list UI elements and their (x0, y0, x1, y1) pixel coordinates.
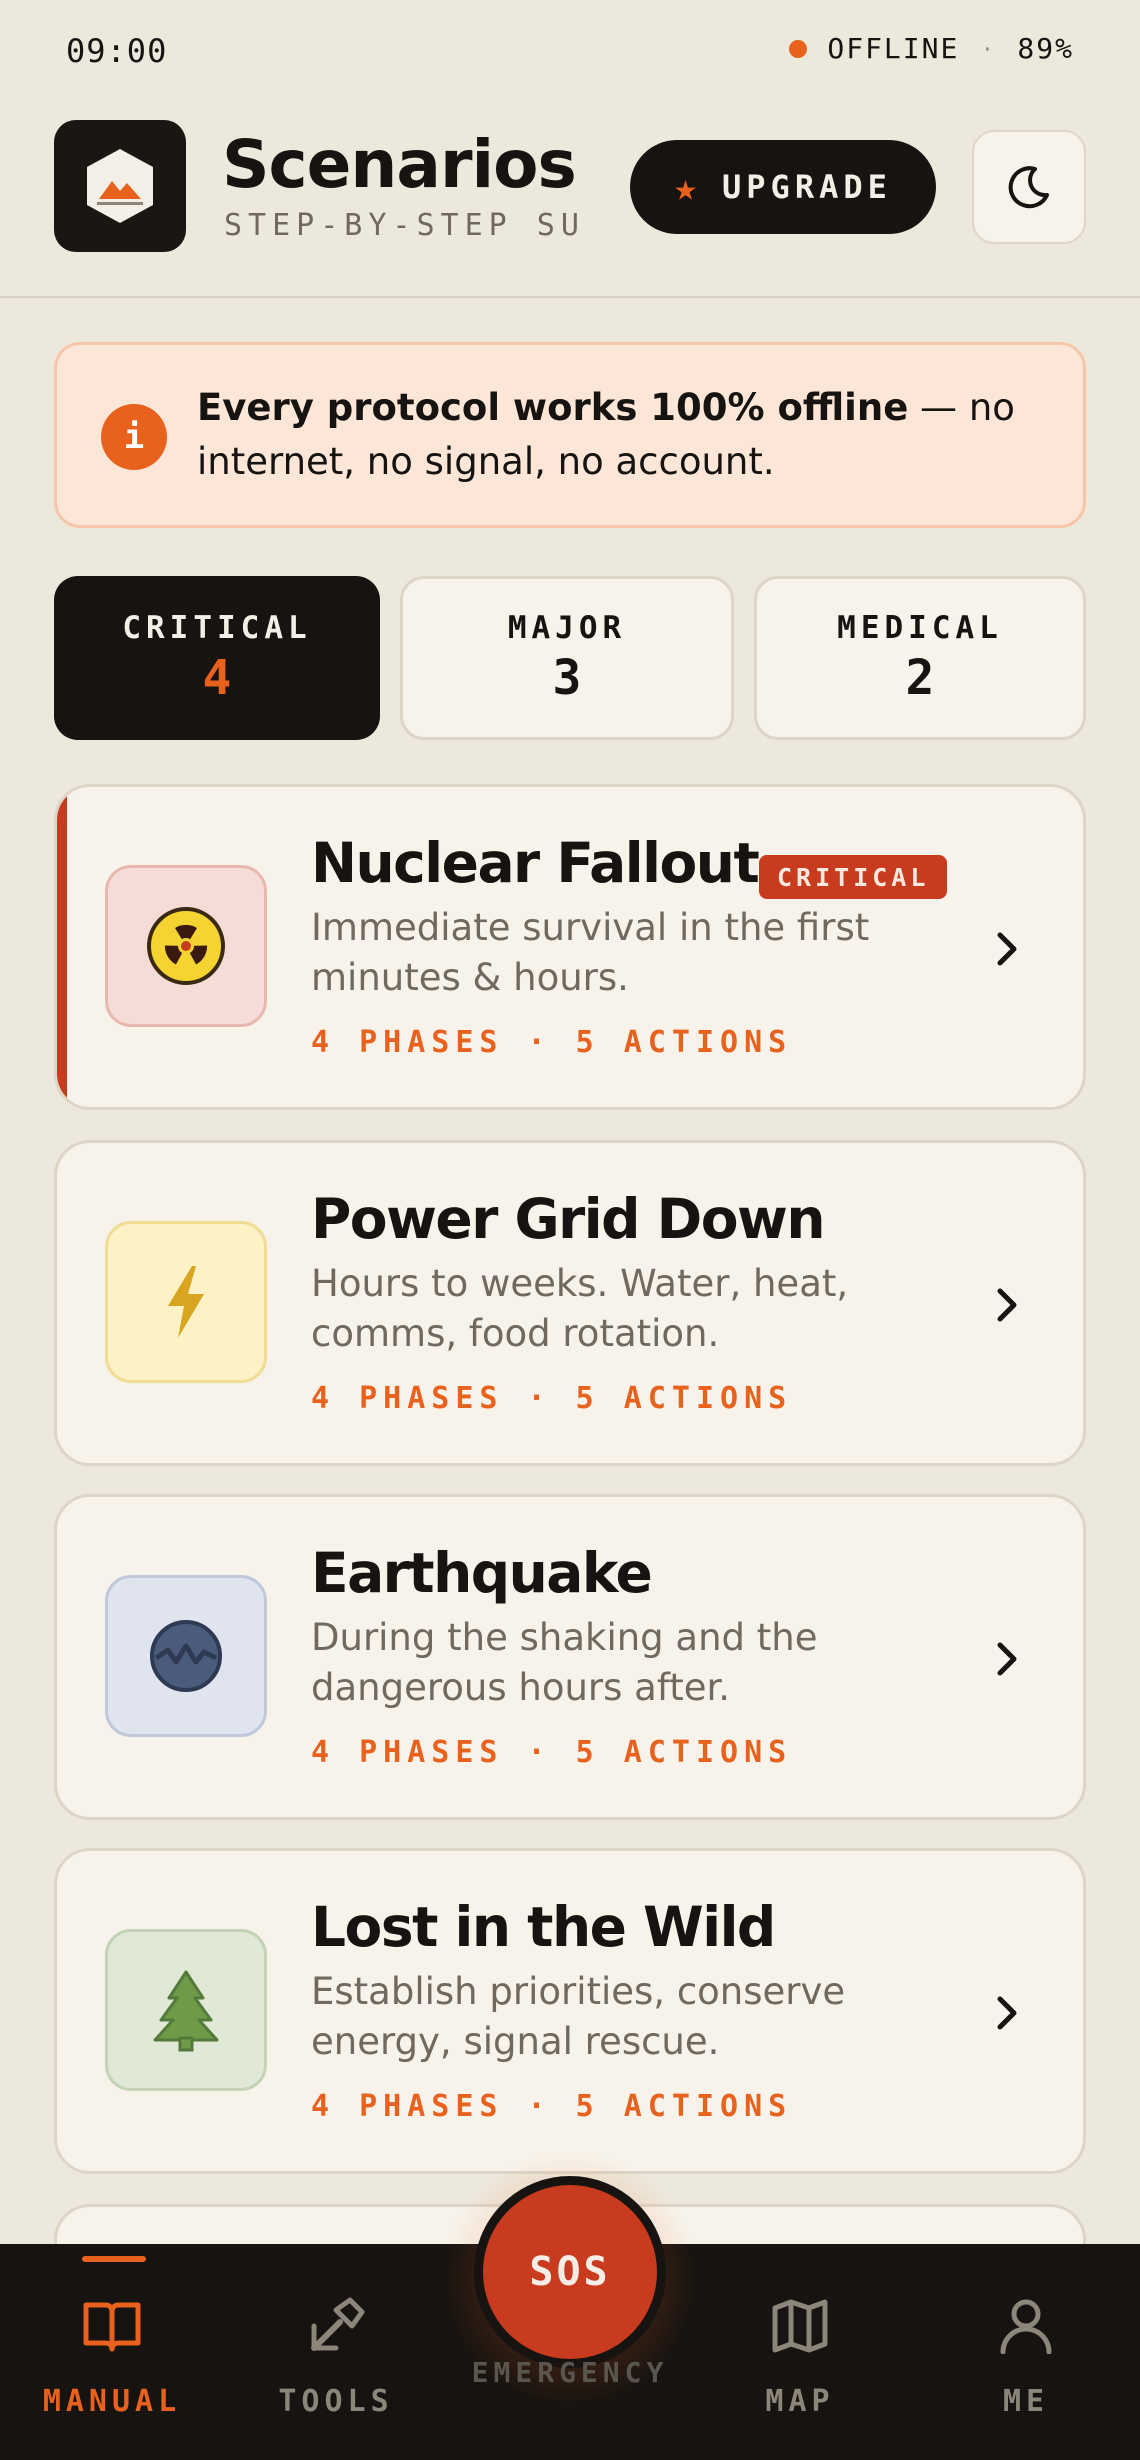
status-right: OFFLINE · 89% (789, 32, 1074, 65)
scenario-icon-tile (105, 865, 267, 1027)
radiation-icon (147, 907, 225, 985)
theme-toggle-button[interactable] (972, 130, 1086, 244)
critical-badge: CRITICAL (759, 855, 948, 899)
scenario-description: Hours to weeks. Water, heat, comms, food… (311, 1262, 849, 1355)
scenario-card-power-grid-down[interactable]: Power Grid Down Hours to weeks. Water, h… (54, 1140, 1086, 1466)
map-icon (770, 2296, 830, 2356)
mountain-logo-icon (87, 149, 153, 223)
chevron-right-icon (987, 1283, 1027, 1327)
scenario-description: Establish priorities, conserve energy, s… (311, 1970, 846, 2063)
filter-tab-major[interactable]: MAJOR 3 (400, 576, 734, 740)
scenario-meta: 4 PHASES · 5 ACTIONS (311, 1735, 793, 1770)
nav-label: ME (1002, 2384, 1050, 2419)
scenario-title: Nuclear Fallout (311, 831, 760, 895)
battery-level: 89% (1017, 32, 1074, 65)
filter-tab-critical[interactable]: CRITICAL 4 (54, 576, 380, 740)
nav-item-tools[interactable]: TOOLS (236, 2244, 436, 2460)
filter-tab-count: 2 (905, 650, 935, 706)
banner-bold-text: Every protocol works 100% offline (197, 386, 909, 429)
offline-info-banner: i Every protocol works 100% offline — no… (54, 342, 1086, 528)
tools-icon (306, 2296, 366, 2356)
nav-label: MAP (765, 2384, 835, 2419)
user-icon (996, 2296, 1056, 2356)
scenario-meta: 4 PHASES · 5 ACTIONS (311, 2089, 793, 2124)
filter-tab-count: 3 (552, 650, 582, 706)
status-bar: 09:00 OFFLINE · 89% (0, 0, 1140, 100)
scenario-meta: 4 PHASES · 5 ACTIONS (311, 1381, 793, 1416)
chevron-right-icon (987, 927, 1027, 971)
critical-accent-bar (57, 787, 67, 1107)
chevron-right-icon (987, 1991, 1027, 2035)
scenario-description: Immediate survival in the first minutes … (311, 906, 870, 999)
scenario-icon-tile (105, 1221, 267, 1383)
nav-item-me[interactable]: ME (926, 2244, 1126, 2460)
upgrade-label: UPGRADE (722, 168, 892, 206)
scenario-meta: 4 PHASES · 5 ACTIONS (311, 1025, 793, 1060)
filter-tab-label: MAJOR (507, 610, 627, 646)
app-header: Scenarios STEP-BY-STEP SU… ★ UPGRADE (0, 100, 1140, 298)
status-time: 09:00 (66, 32, 168, 70)
filter-tab-medical[interactable]: MEDICAL 2 (754, 576, 1086, 740)
lightning-icon (168, 1266, 204, 1338)
filter-tab-label: MEDICAL (837, 610, 1003, 646)
page-subtitle: STEP-BY-STEP SU… (224, 208, 584, 243)
nav-label: MANUAL (42, 2384, 182, 2419)
info-icon: i (101, 404, 167, 470)
scenario-title: Power Grid Down (311, 1187, 826, 1251)
page-title: Scenarios (222, 126, 577, 203)
scenario-icon-tile (105, 1929, 267, 2091)
upgrade-button[interactable]: ★ UPGRADE (630, 140, 936, 234)
nav-active-indicator (82, 2256, 146, 2262)
chevron-right-icon (987, 1637, 1027, 1681)
scenario-title: Lost in the Wild (311, 1895, 776, 1959)
app-logo (54, 120, 186, 252)
scenario-card-nuclear-fallout[interactable]: Nuclear Fallout CRITICAL Immediate survi… (54, 784, 1086, 1110)
scenario-description: During the shaking and the dangerous hou… (311, 1616, 818, 1709)
star-icon: ★ (674, 165, 703, 209)
network-status: OFFLINE (827, 32, 960, 65)
earthquake-icon (150, 1620, 222, 1692)
scenario-icon-tile (105, 1575, 267, 1737)
offline-dot-icon (789, 39, 808, 58)
filter-tab-count: 4 (202, 650, 232, 706)
scenario-card-lost-in-the-wild[interactable]: Lost in the Wild Establish priorities, c… (54, 1848, 1086, 2174)
status-separator: · (981, 36, 996, 61)
book-icon (82, 2296, 142, 2356)
scenario-card-earthquake[interactable]: Earthquake During the shaking and the da… (54, 1494, 1086, 1820)
filter-tab-label: CRITICAL (122, 610, 312, 646)
nav-label: TOOLS (278, 2384, 394, 2419)
sos-emergency-button[interactable]: SOS (474, 2176, 666, 2368)
sos-caption: EMERGENCY (471, 2356, 669, 2389)
banner-text: Every protocol works 100% offline — no i… (197, 381, 1057, 489)
moon-icon (1008, 166, 1049, 209)
nav-item-manual[interactable]: MANUAL (12, 2244, 212, 2460)
nav-item-map[interactable]: MAP (700, 2244, 900, 2460)
scenario-title: Earthquake (311, 1541, 653, 1605)
tree-icon (153, 1970, 219, 2052)
